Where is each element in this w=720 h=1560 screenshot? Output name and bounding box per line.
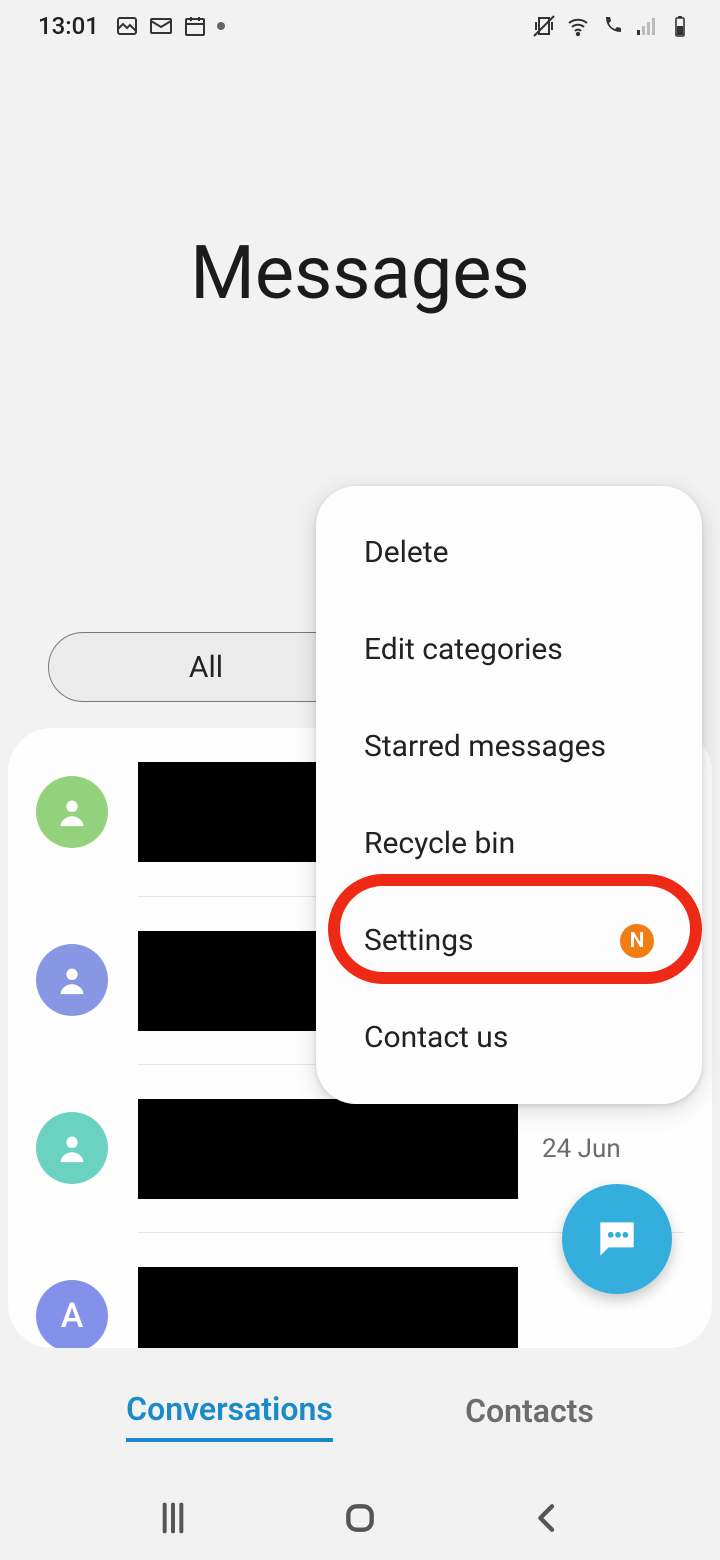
menu-item-settings[interactable]: Settings N [316,892,702,989]
battery-icon [668,14,692,38]
signal-icon [634,14,658,38]
menu-item-recycle-bin[interactable]: Recycle bin [316,795,702,892]
compose-icon [592,1214,642,1264]
vibrate-icon [532,14,556,38]
status-left: 13:01 [38,12,225,40]
menu-item-label: Delete [364,535,449,570]
avatar [36,776,108,848]
tab-label: Conversations [126,1390,333,1428]
nav-back[interactable] [527,1498,567,1538]
status-right [532,14,692,38]
chip-label: All [189,650,223,685]
wifi-calling-icon [600,14,624,38]
conversation-date: 24 Jun [542,1134,621,1164]
menu-item-delete[interactable]: Delete [316,504,702,601]
menu-item-contact-us[interactable]: Contact us [316,989,702,1086]
tab-contacts[interactable]: Contacts [465,1392,594,1440]
settings-new-badge: N [620,924,654,958]
nav-home[interactable] [340,1498,380,1538]
status-bar: 13:01 [0,0,720,52]
more-notifications-dot [217,22,225,30]
menu-item-edit-categories[interactable]: Edit categories [316,601,702,698]
avatar: A [36,1280,108,1348]
image-icon [115,14,139,38]
mail-icon [149,14,173,38]
status-time: 13:01 [38,12,99,40]
menu-item-label: Contact us [364,1020,508,1055]
overflow-menu: Delete Edit categories Starred messages … [316,486,702,1104]
android-nav-bar [0,1476,720,1560]
menu-item-starred-messages[interactable]: Starred messages [316,698,702,795]
avatar-letter: A [61,1296,84,1336]
tab-label: Contacts [465,1392,594,1430]
nav-recent-apps[interactable] [153,1498,193,1538]
redacted-content [138,1267,518,1349]
menu-item-label: Settings [364,923,474,958]
menu-item-label: Recycle bin [364,826,515,861]
menu-item-label: Edit categories [364,632,563,667]
menu-item-label: Starred messages [364,729,606,764]
wifi-icon [566,14,590,38]
bottom-tab-bar: Conversations Contacts [0,1376,720,1456]
avatar [36,944,108,1016]
compose-message-fab[interactable] [562,1184,672,1294]
redacted-content [138,1099,518,1199]
calendar-icon [183,14,207,38]
tab-conversations[interactable]: Conversations [126,1390,333,1442]
avatar [36,1112,108,1184]
page-title: Messages [0,230,720,317]
